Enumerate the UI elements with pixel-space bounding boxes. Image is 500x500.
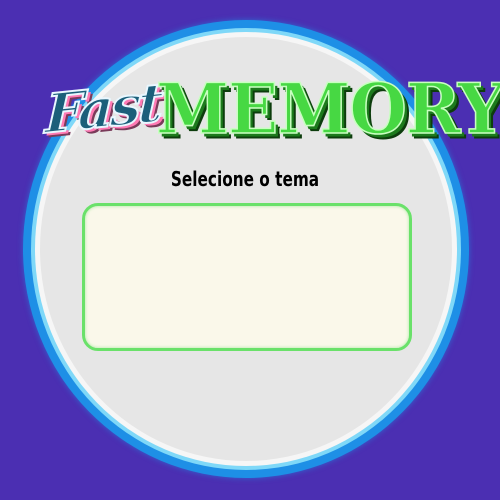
game-screen: Fast MEMORY Selecione o tema [0,0,500,500]
logo-fast-text: Fast [43,69,162,147]
theme-selection-box[interactable] [82,203,412,351]
select-theme-label: Selecione o tema [170,167,320,191]
game-logo: Fast MEMORY [43,66,500,166]
logo-memory-text: MEMORY [155,67,500,150]
